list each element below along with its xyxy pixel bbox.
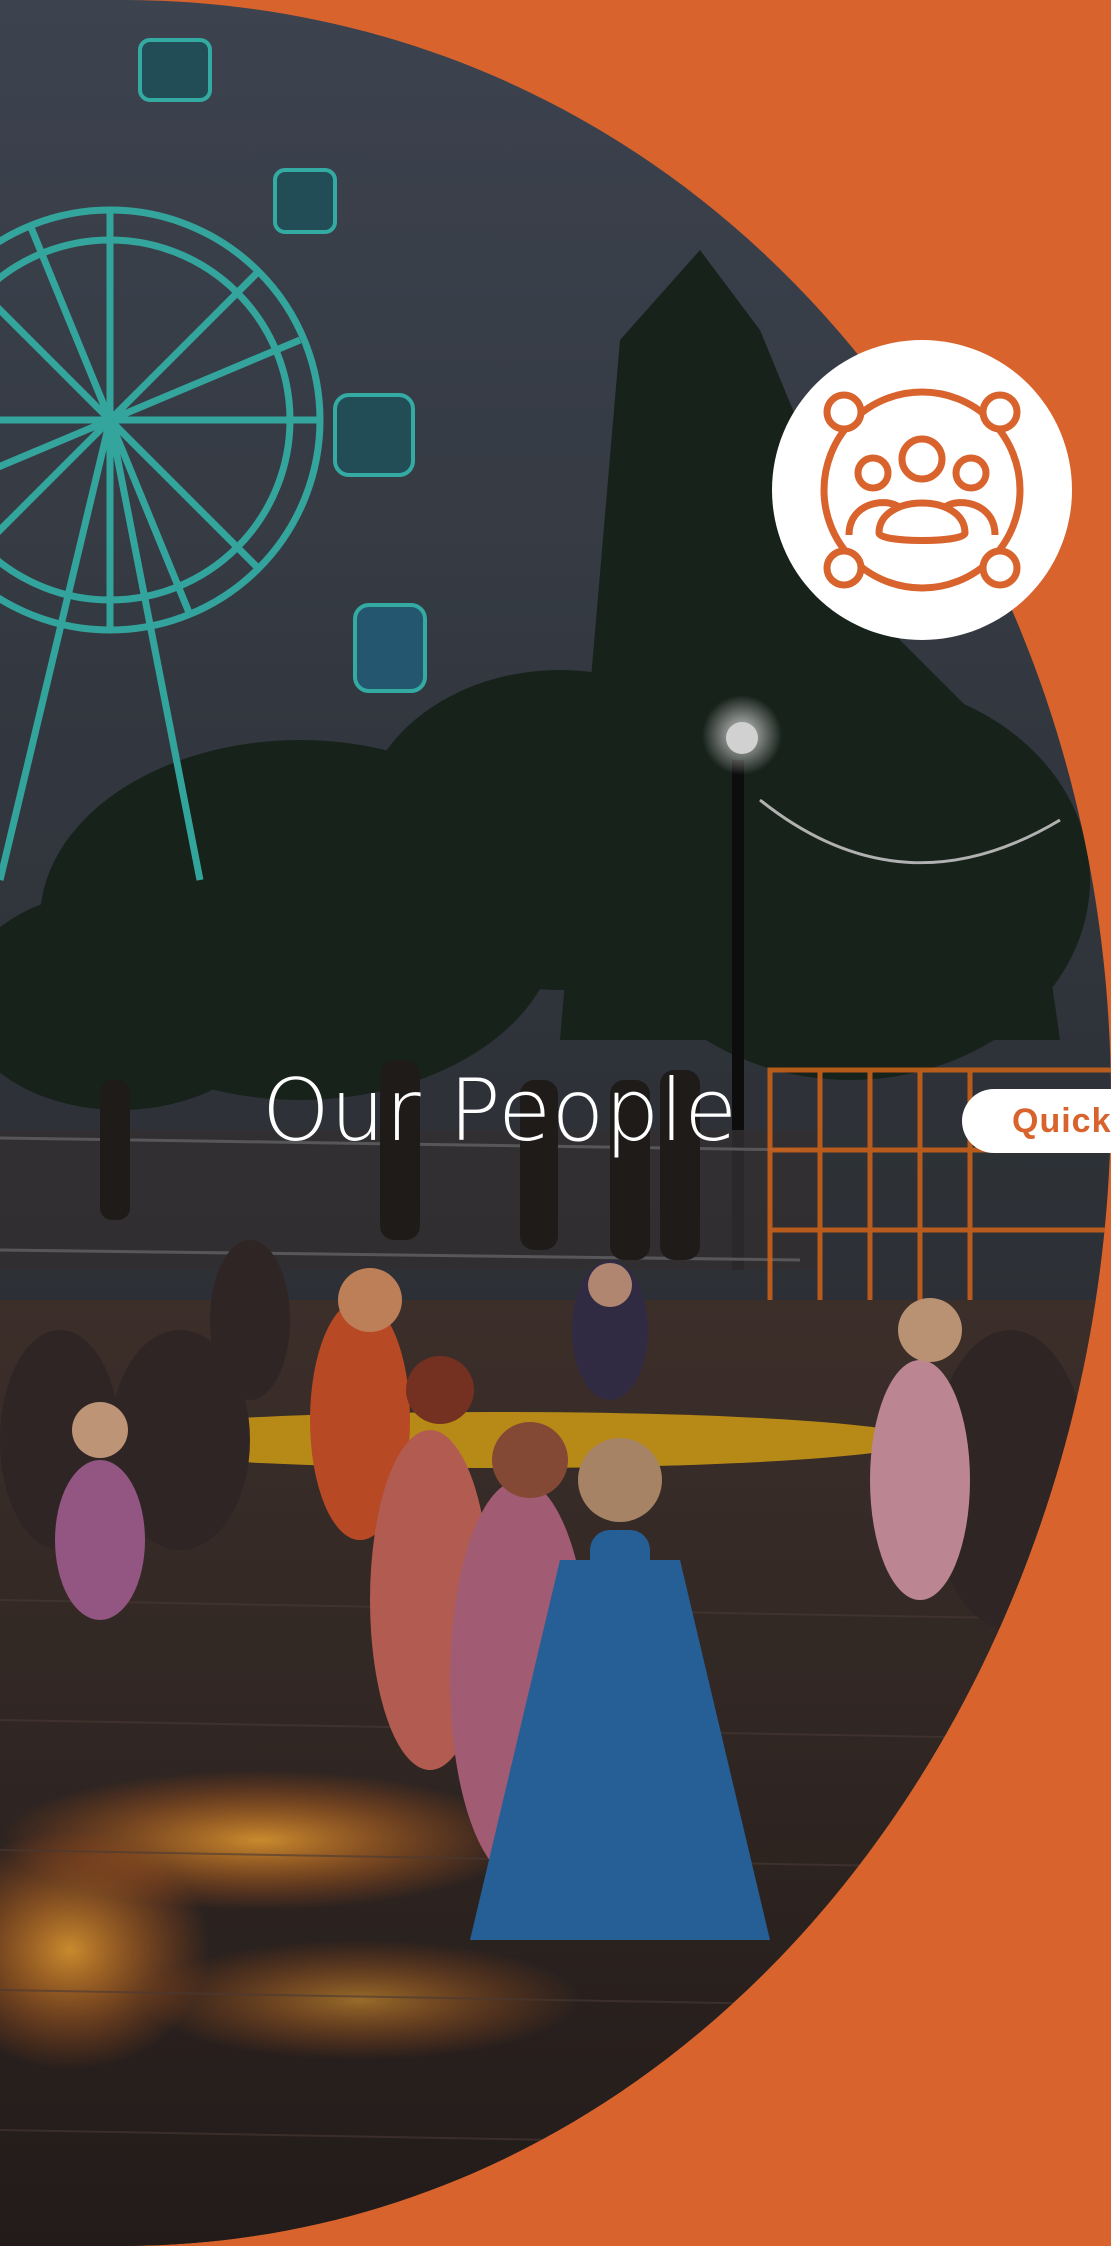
people-badge [772, 340, 1072, 640]
quick-links-button[interactable]: Quick [962, 1089, 1111, 1153]
community-group-icon [820, 388, 1024, 592]
page-title: Our People [262, 1061, 738, 1161]
